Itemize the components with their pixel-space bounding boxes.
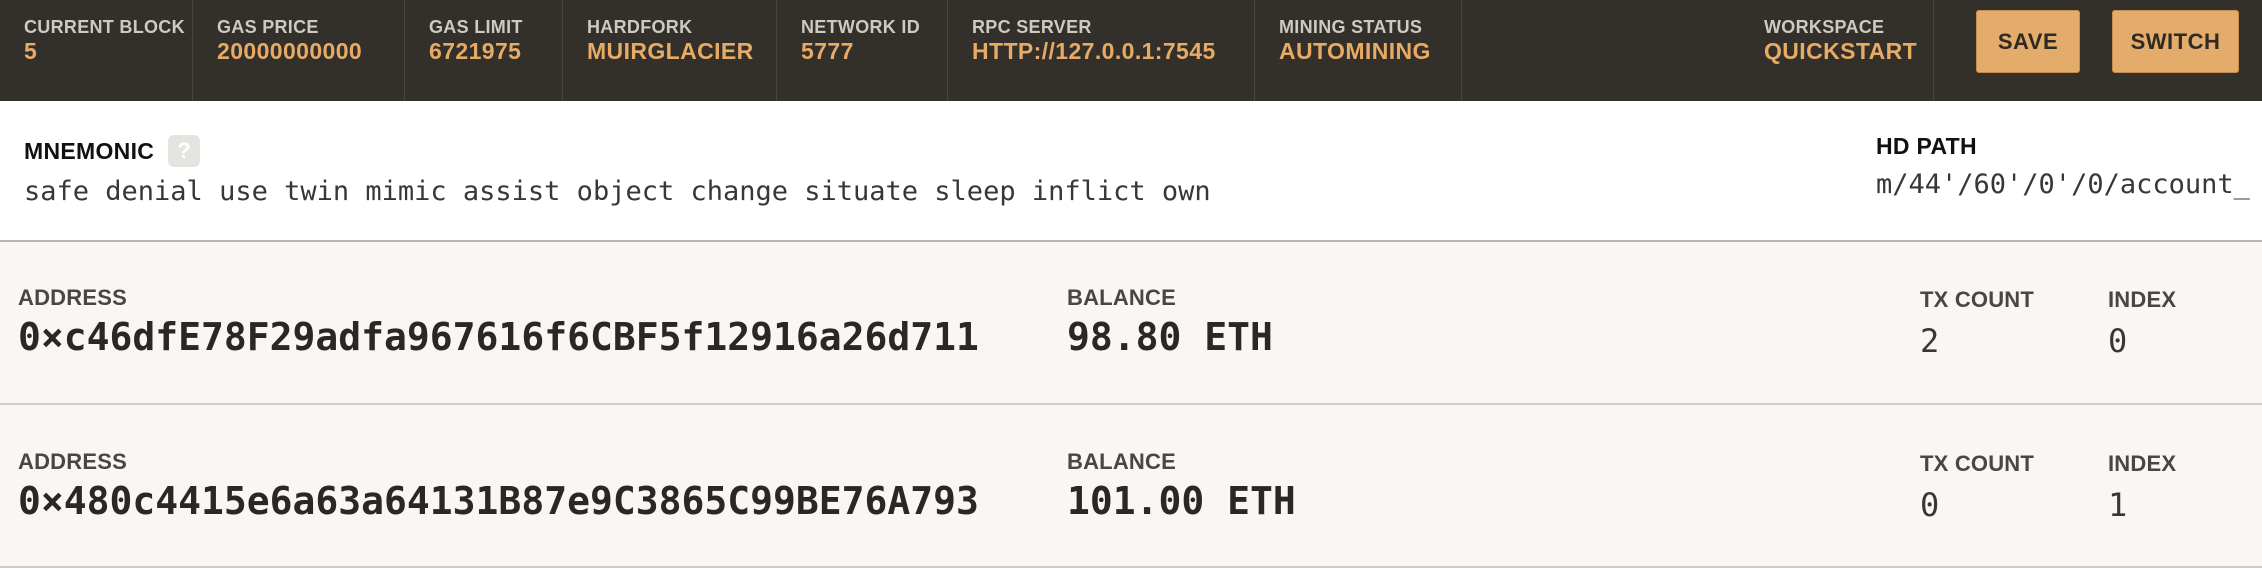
balance-label: BALANCE — [1067, 449, 1176, 474]
account-index: 1 — [2108, 486, 2128, 524]
index-label: INDEX — [2108, 451, 2177, 476]
hardfork-stat: HARDFORK MUIRGLACIER — [563, 0, 777, 101]
index-label: INDEX — [2108, 287, 2177, 312]
current-block-stat: CURRENT BLOCK 5 — [0, 0, 193, 101]
gas-price-value: 20000000000 — [217, 38, 363, 64]
hd-path-title: HD PATH — [1876, 133, 1977, 159]
hardfork-label: HARDFORK — [587, 17, 693, 37]
account-address: 0×480c4415e6a63a64131B87e9C3865C99BE76A7… — [18, 479, 979, 523]
account-balance: 101.00 ETH — [1067, 479, 1296, 523]
mining-status-label: MINING STATUS — [1279, 17, 1423, 37]
mnemonic-title: MNEMONIC — [24, 138, 155, 164]
balance-label: BALANCE — [1067, 285, 1176, 310]
hd-path-value: m/44'/60'/0'/0/account_ — [1876, 169, 2250, 200]
tx-count-label: TX COUNT — [1920, 287, 2035, 312]
network-id-label: NETWORK ID — [801, 17, 920, 37]
account-tx-count: 0 — [1920, 486, 1940, 524]
mining-status-stat: MINING STATUS AUTOMINING — [1255, 0, 1462, 101]
account-row[interactable]: ADDRESS 0×480c4415e6a63a64131B87e9C3865C… — [0, 405, 2262, 568]
network-id-value: 5777 — [801, 38, 854, 64]
status-bar: CURRENT BLOCK 5 GAS PRICE 20000000000 GA… — [0, 0, 2262, 101]
rpc-server-value: HTTP://127.0.0.1:7545 — [972, 38, 1216, 64]
gas-price-label: GAS PRICE — [217, 17, 319, 37]
address-label: ADDRESS — [18, 285, 127, 310]
workspace-stat: WORKSPACE QUICKSTART — [1740, 0, 1934, 101]
gas-price-stat: GAS PRICE 20000000000 — [193, 0, 405, 101]
switch-button[interactable]: SWITCH — [2112, 10, 2239, 73]
save-button[interactable]: SAVE — [1976, 10, 2080, 73]
gas-limit-stat: GAS LIMIT 6721975 — [405, 0, 563, 101]
address-label: ADDRESS — [18, 449, 127, 474]
mining-status-value: AUTOMINING — [1279, 38, 1431, 64]
account-tx-count: 2 — [1920, 322, 1940, 360]
question-mark-icon[interactable]: ? — [168, 135, 200, 167]
mnemonic-words: safe denial use twin mimic assist object… — [24, 176, 1211, 207]
account-row[interactable]: ADDRESS 0×c46dfE78F29adfa967616f6CBF5f12… — [0, 242, 2262, 405]
rpc-server-label: RPC SERVER — [972, 17, 1092, 37]
tx-count-label: TX COUNT — [1920, 451, 2035, 476]
workspace-value: QUICKSTART — [1764, 38, 1918, 64]
rpc-server-stat: RPC SERVER HTTP://127.0.0.1:7545 — [948, 0, 1255, 101]
gas-limit-value: 6721975 — [429, 38, 522, 64]
current-block-label: CURRENT BLOCK — [24, 17, 185, 37]
network-id-stat: NETWORK ID 5777 — [777, 0, 948, 101]
current-block-value: 5 — [24, 38, 38, 64]
hardfork-value: MUIRGLACIER — [587, 38, 754, 64]
account-balance: 98.80 ETH — [1067, 315, 1273, 359]
workspace-label: WORKSPACE — [1764, 17, 1885, 37]
account-index: 0 — [2108, 322, 2128, 360]
mnemonic-panel: MNEMONIC ? safe denial use twin mimic as… — [0, 101, 2262, 242]
account-address: 0×c46dfE78F29adfa967616f6CBF5f12916a26d7… — [18, 315, 979, 359]
gas-limit-label: GAS LIMIT — [429, 17, 523, 37]
